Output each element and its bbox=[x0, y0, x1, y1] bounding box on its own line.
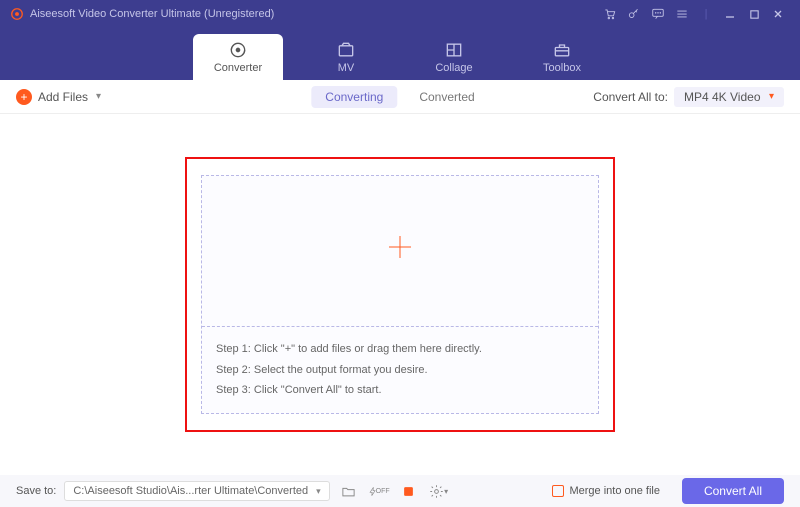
title-bar: Aiseesoft Video Converter Ultimate (Unre… bbox=[0, 0, 800, 28]
tab-label: Toolbox bbox=[543, 62, 581, 74]
convert-all-to-label: Convert All to: bbox=[593, 90, 668, 104]
chevron-down-icon: ▾ bbox=[316, 486, 321, 497]
save-path-value: C:\Aiseesoft Studio\Ais...rter Ultimate\… bbox=[73, 485, 308, 497]
feedback-icon[interactable] bbox=[646, 2, 670, 26]
add-plus-icon bbox=[385, 232, 415, 269]
tab-converter[interactable]: Converter bbox=[193, 34, 283, 80]
save-to-label: Save to: bbox=[16, 485, 56, 497]
mv-icon bbox=[336, 40, 356, 60]
step-3: Step 3: Click "Convert All" to start. bbox=[216, 380, 584, 401]
settings-button[interactable]: ▾ bbox=[428, 481, 450, 501]
hardware-accel-button[interactable]: OFF bbox=[368, 481, 390, 501]
menu-icon[interactable] bbox=[670, 2, 694, 26]
merge-label: Merge into one file bbox=[569, 485, 660, 497]
close-button[interactable] bbox=[766, 2, 790, 26]
output-format-select[interactable]: MP4 4K Video ▾ bbox=[674, 87, 784, 107]
main-area: Step 1: Click "+" to add files or drag t… bbox=[0, 114, 800, 475]
status-segment: Converting Converted bbox=[311, 86, 488, 108]
collage-icon bbox=[444, 40, 464, 60]
tab-label: MV bbox=[338, 62, 355, 74]
maximize-button[interactable] bbox=[742, 2, 766, 26]
tab-mv[interactable]: MV bbox=[301, 34, 391, 80]
key-icon[interactable] bbox=[622, 2, 646, 26]
cart-icon[interactable] bbox=[598, 2, 622, 26]
merge-checkbox[interactable]: Merge into one file bbox=[552, 485, 660, 497]
highlight-frame: Step 1: Click "+" to add files or drag t… bbox=[185, 157, 615, 433]
checkbox-icon bbox=[552, 485, 564, 497]
tab-collage[interactable]: Collage bbox=[409, 34, 499, 80]
drop-container: Step 1: Click "+" to add files or drag t… bbox=[201, 175, 599, 415]
main-tabs: Converter MV Collage Toolbox bbox=[0, 28, 800, 80]
bottom-bar: Save to: C:\Aiseesoft Studio\Ais...rter … bbox=[0, 475, 800, 507]
toolbox-icon bbox=[552, 40, 572, 60]
add-files-button[interactable]: + Add Files ▾ bbox=[16, 89, 101, 105]
tab-toolbox[interactable]: Toolbox bbox=[517, 34, 607, 80]
open-folder-button[interactable] bbox=[338, 481, 360, 501]
tab-label: Converter bbox=[214, 62, 262, 74]
minimize-button[interactable] bbox=[718, 2, 742, 26]
drop-zone[interactable] bbox=[202, 176, 598, 326]
converter-icon bbox=[228, 40, 248, 60]
step-2: Step 2: Select the output format you des… bbox=[216, 360, 584, 381]
plus-icon: + bbox=[16, 89, 32, 105]
tab-label: Collage bbox=[435, 62, 472, 74]
divider: | bbox=[694, 2, 718, 26]
segment-converting[interactable]: Converting bbox=[311, 86, 397, 108]
convert-all-button[interactable]: Convert All bbox=[682, 478, 784, 504]
segment-converted[interactable]: Converted bbox=[405, 86, 488, 108]
toolbar: + Add Files ▾ Converting Converted Conve… bbox=[0, 80, 800, 114]
format-value: MP4 4K Video bbox=[684, 90, 761, 104]
app-title: Aiseesoft Video Converter Ultimate (Unre… bbox=[30, 8, 274, 20]
chevron-down-icon: ▾ bbox=[96, 91, 101, 102]
step-1: Step 1: Click "+" to add files or drag t… bbox=[216, 339, 584, 360]
gpu-button[interactable] bbox=[398, 481, 420, 501]
app-logo-icon bbox=[10, 7, 24, 21]
instructions: Step 1: Click "+" to add files or drag t… bbox=[202, 326, 598, 414]
chevron-down-icon: ▾ bbox=[769, 91, 774, 102]
save-path-select[interactable]: C:\Aiseesoft Studio\Ais...rter Ultimate\… bbox=[64, 481, 329, 501]
add-files-label: Add Files bbox=[38, 90, 88, 104]
